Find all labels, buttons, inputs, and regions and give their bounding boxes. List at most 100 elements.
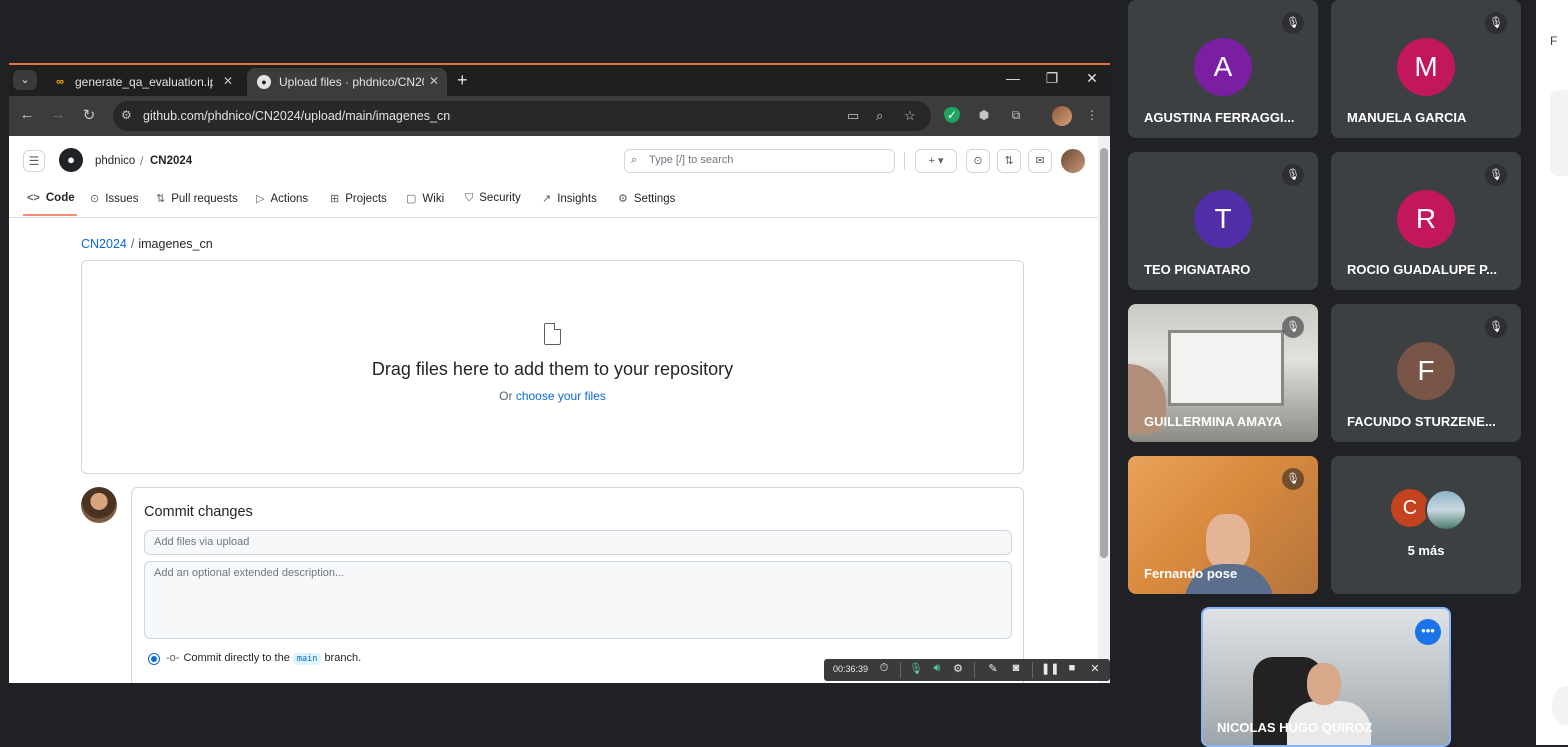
video-person	[1206, 514, 1250, 570]
hamburger-menu-icon[interactable]: ☰	[23, 150, 45, 172]
issues-icon[interactable]: ⊙	[966, 149, 990, 173]
tab-pull-requests[interactable]: ⇅ Pull requests	[156, 192, 238, 205]
header-divider	[904, 152, 905, 170]
choose-files-link[interactable]: choose your files	[516, 389, 606, 403]
close-window-icon[interactable]: ✕	[1082, 70, 1102, 87]
commit-summary-input[interactable]: Add files via upload	[144, 530, 1012, 555]
tab-code[interactable]: <> Code	[27, 192, 75, 204]
more-participants-tile[interactable]	[1331, 456, 1521, 594]
muted-mic-icon: 🎙︎	[1485, 12, 1507, 34]
create-new-dropdown[interactable]: + ▾	[915, 149, 957, 173]
participant-tile[interactable]: A 🎙︎ AGUSTINA FERRAGGI...	[1128, 0, 1318, 138]
side-panel-button[interactable]	[1552, 686, 1568, 726]
more-options-icon[interactable]: •••	[1415, 619, 1441, 645]
video-person	[1307, 663, 1341, 705]
path-separator: /	[130, 237, 135, 251]
breadcrumb-separator: /	[140, 154, 144, 168]
repo-name-link[interactable]: CN2024	[150, 155, 192, 167]
tab-search-button[interactable]: ⌄	[13, 70, 37, 90]
extension-cube-icon[interactable]: ⬢	[976, 107, 992, 123]
profile-avatar[interactable]	[1052, 106, 1072, 126]
install-app-icon[interactable]: ▭	[847, 108, 859, 124]
active-tab-indicator	[23, 214, 77, 216]
participant-name: GUILLERMINA AMAYA	[1144, 414, 1283, 429]
table-icon: ⊞	[330, 193, 340, 205]
pull-request-icon: ⇅	[156, 193, 166, 205]
close-tab-icon[interactable]: ✕	[223, 74, 233, 88]
pull-requests-icon[interactable]: ⇅	[997, 149, 1021, 173]
close-icon[interactable]: ✕	[1087, 662, 1103, 675]
extensions-puzzle-icon[interactable]: ⧉	[1008, 107, 1024, 123]
participant-tile[interactable]: F 🎙︎ FACUNDO STURZENE...	[1331, 304, 1521, 442]
side-panel-card[interactable]	[1550, 90, 1568, 176]
participant-tile[interactable]: M 🎙︎ MANUELA GARCIA	[1331, 0, 1521, 138]
muted-mic-icon: 🎙︎	[1282, 468, 1304, 490]
tab-wiki[interactable]: ▢ Wiki	[406, 192, 444, 205]
tab-colab[interactable]: ∞ generate_qa_evaluation.ipynb - ✕	[43, 68, 241, 96]
close-tab-icon[interactable]: ✕	[429, 74, 439, 88]
participant-name: ROCIO GUADALUPE P...	[1347, 262, 1498, 277]
tab-actions[interactable]: ▷ Actions	[256, 192, 308, 205]
user-avatar[interactable]	[1061, 149, 1085, 173]
timer-icon[interactable]: ⏱	[876, 662, 892, 675]
site-info-icon[interactable]: ⚙	[121, 108, 132, 122]
side-panel: F	[1536, 0, 1568, 745]
github-logo-icon[interactable]: ●	[59, 148, 83, 172]
path-repo-link[interactable]: CN2024	[81, 237, 127, 251]
extension-shield-icon[interactable]: ✓	[944, 107, 960, 123]
stop-icon[interactable]: ■	[1064, 662, 1080, 674]
pause-icon[interactable]: ❚❚	[1041, 662, 1059, 675]
tab-projects[interactable]: ⊞ Projects	[330, 192, 387, 205]
forward-icon[interactable]: →	[48, 106, 68, 123]
pen-icon[interactable]: ✎	[985, 662, 1001, 675]
participant-name: TEO PIGNATARO	[1144, 262, 1251, 277]
tab-issues[interactable]: ⊙ Issues	[90, 192, 138, 205]
commit-description-textarea[interactable]: Add an optional extended description...	[144, 561, 1012, 639]
tab-label: Code	[45, 192, 75, 204]
page-scrollbar[interactable]	[1098, 136, 1110, 683]
participant-video-tile[interactable]: 🎙︎ Fernando pose	[1128, 456, 1318, 594]
option-text: branch.	[324, 652, 362, 664]
zoom-icon[interactable]: ⌕	[876, 108, 883, 124]
search-icon: ⌕	[631, 154, 638, 166]
participant-tile[interactable]: T 🎙︎ TEO PIGNATARO	[1128, 152, 1318, 290]
path-folder: imagenes_cn	[138, 237, 213, 251]
commit-summary-placeholder: Add files via upload	[154, 536, 250, 548]
participant-video-tile[interactable]: 🎙︎ GUILLERMINA AMAYA	[1128, 304, 1318, 442]
search-input[interactable]: ⌕ Type [/] to search	[624, 149, 895, 173]
new-tab-button[interactable]: +	[457, 70, 468, 91]
bookmark-star-icon[interactable]: ☆	[904, 108, 916, 124]
muted-mic-icon: 🎙︎	[1282, 316, 1304, 338]
tab-security[interactable]: ⛉ Security	[465, 192, 521, 205]
browser-menu-icon[interactable]: ⋮	[1084, 107, 1100, 123]
scrollbar-thumb[interactable]	[1100, 148, 1108, 558]
tab-label: Projects	[345, 193, 387, 205]
speaker-icon[interactable]: 🔊︎	[929, 662, 945, 675]
restore-icon[interactable]: ❐	[1042, 70, 1062, 87]
settings-icon[interactable]: ⚙	[950, 662, 966, 675]
address-bar[interactable]: ⚙ github.com/phdnico/CN2024/upload/main/…	[113, 101, 931, 131]
self-video-tile[interactable]: ••• NICOLAS HUGO QUIROZ	[1201, 607, 1451, 747]
tab-settings[interactable]: ⚙ Settings	[618, 192, 675, 205]
commit-direct-radio[interactable]	[148, 653, 160, 665]
minimize-icon[interactable]: —	[1003, 70, 1023, 86]
commit-node-icon: -o-	[166, 652, 180, 664]
file-dropzone[interactable]: Drag files here to add them to your repo…	[81, 260, 1024, 474]
participant-name: Fernando pose	[1144, 566, 1238, 581]
tab-insights[interactable]: ↗ Insights	[542, 192, 597, 205]
camera-icon[interactable]: ◙	[1008, 662, 1024, 674]
tab-github-upload[interactable]: ● Upload files · phdnico/CN2024 ✕	[247, 68, 447, 96]
reload-icon[interactable]: ↻	[79, 106, 99, 124]
avatar	[1425, 489, 1467, 531]
side-panel-text: F	[1550, 34, 1558, 48]
dropzone-title: Drag files here to add them to your repo…	[371, 359, 734, 379]
divider	[900, 662, 901, 678]
avatar: C	[1391, 489, 1429, 527]
participant-tile[interactable]: R 🎙︎ ROCIO GUADALUPE P...	[1331, 152, 1521, 290]
search-placeholder: Type [/] to search	[649, 154, 734, 166]
back-icon[interactable]: ←	[17, 106, 37, 123]
microphone-icon[interactable]: 🎙︎	[908, 662, 924, 675]
shield-icon: ⛉	[465, 192, 474, 204]
inbox-icon[interactable]: ✉	[1028, 149, 1052, 173]
repo-owner-link[interactable]: phdnico	[95, 155, 135, 167]
